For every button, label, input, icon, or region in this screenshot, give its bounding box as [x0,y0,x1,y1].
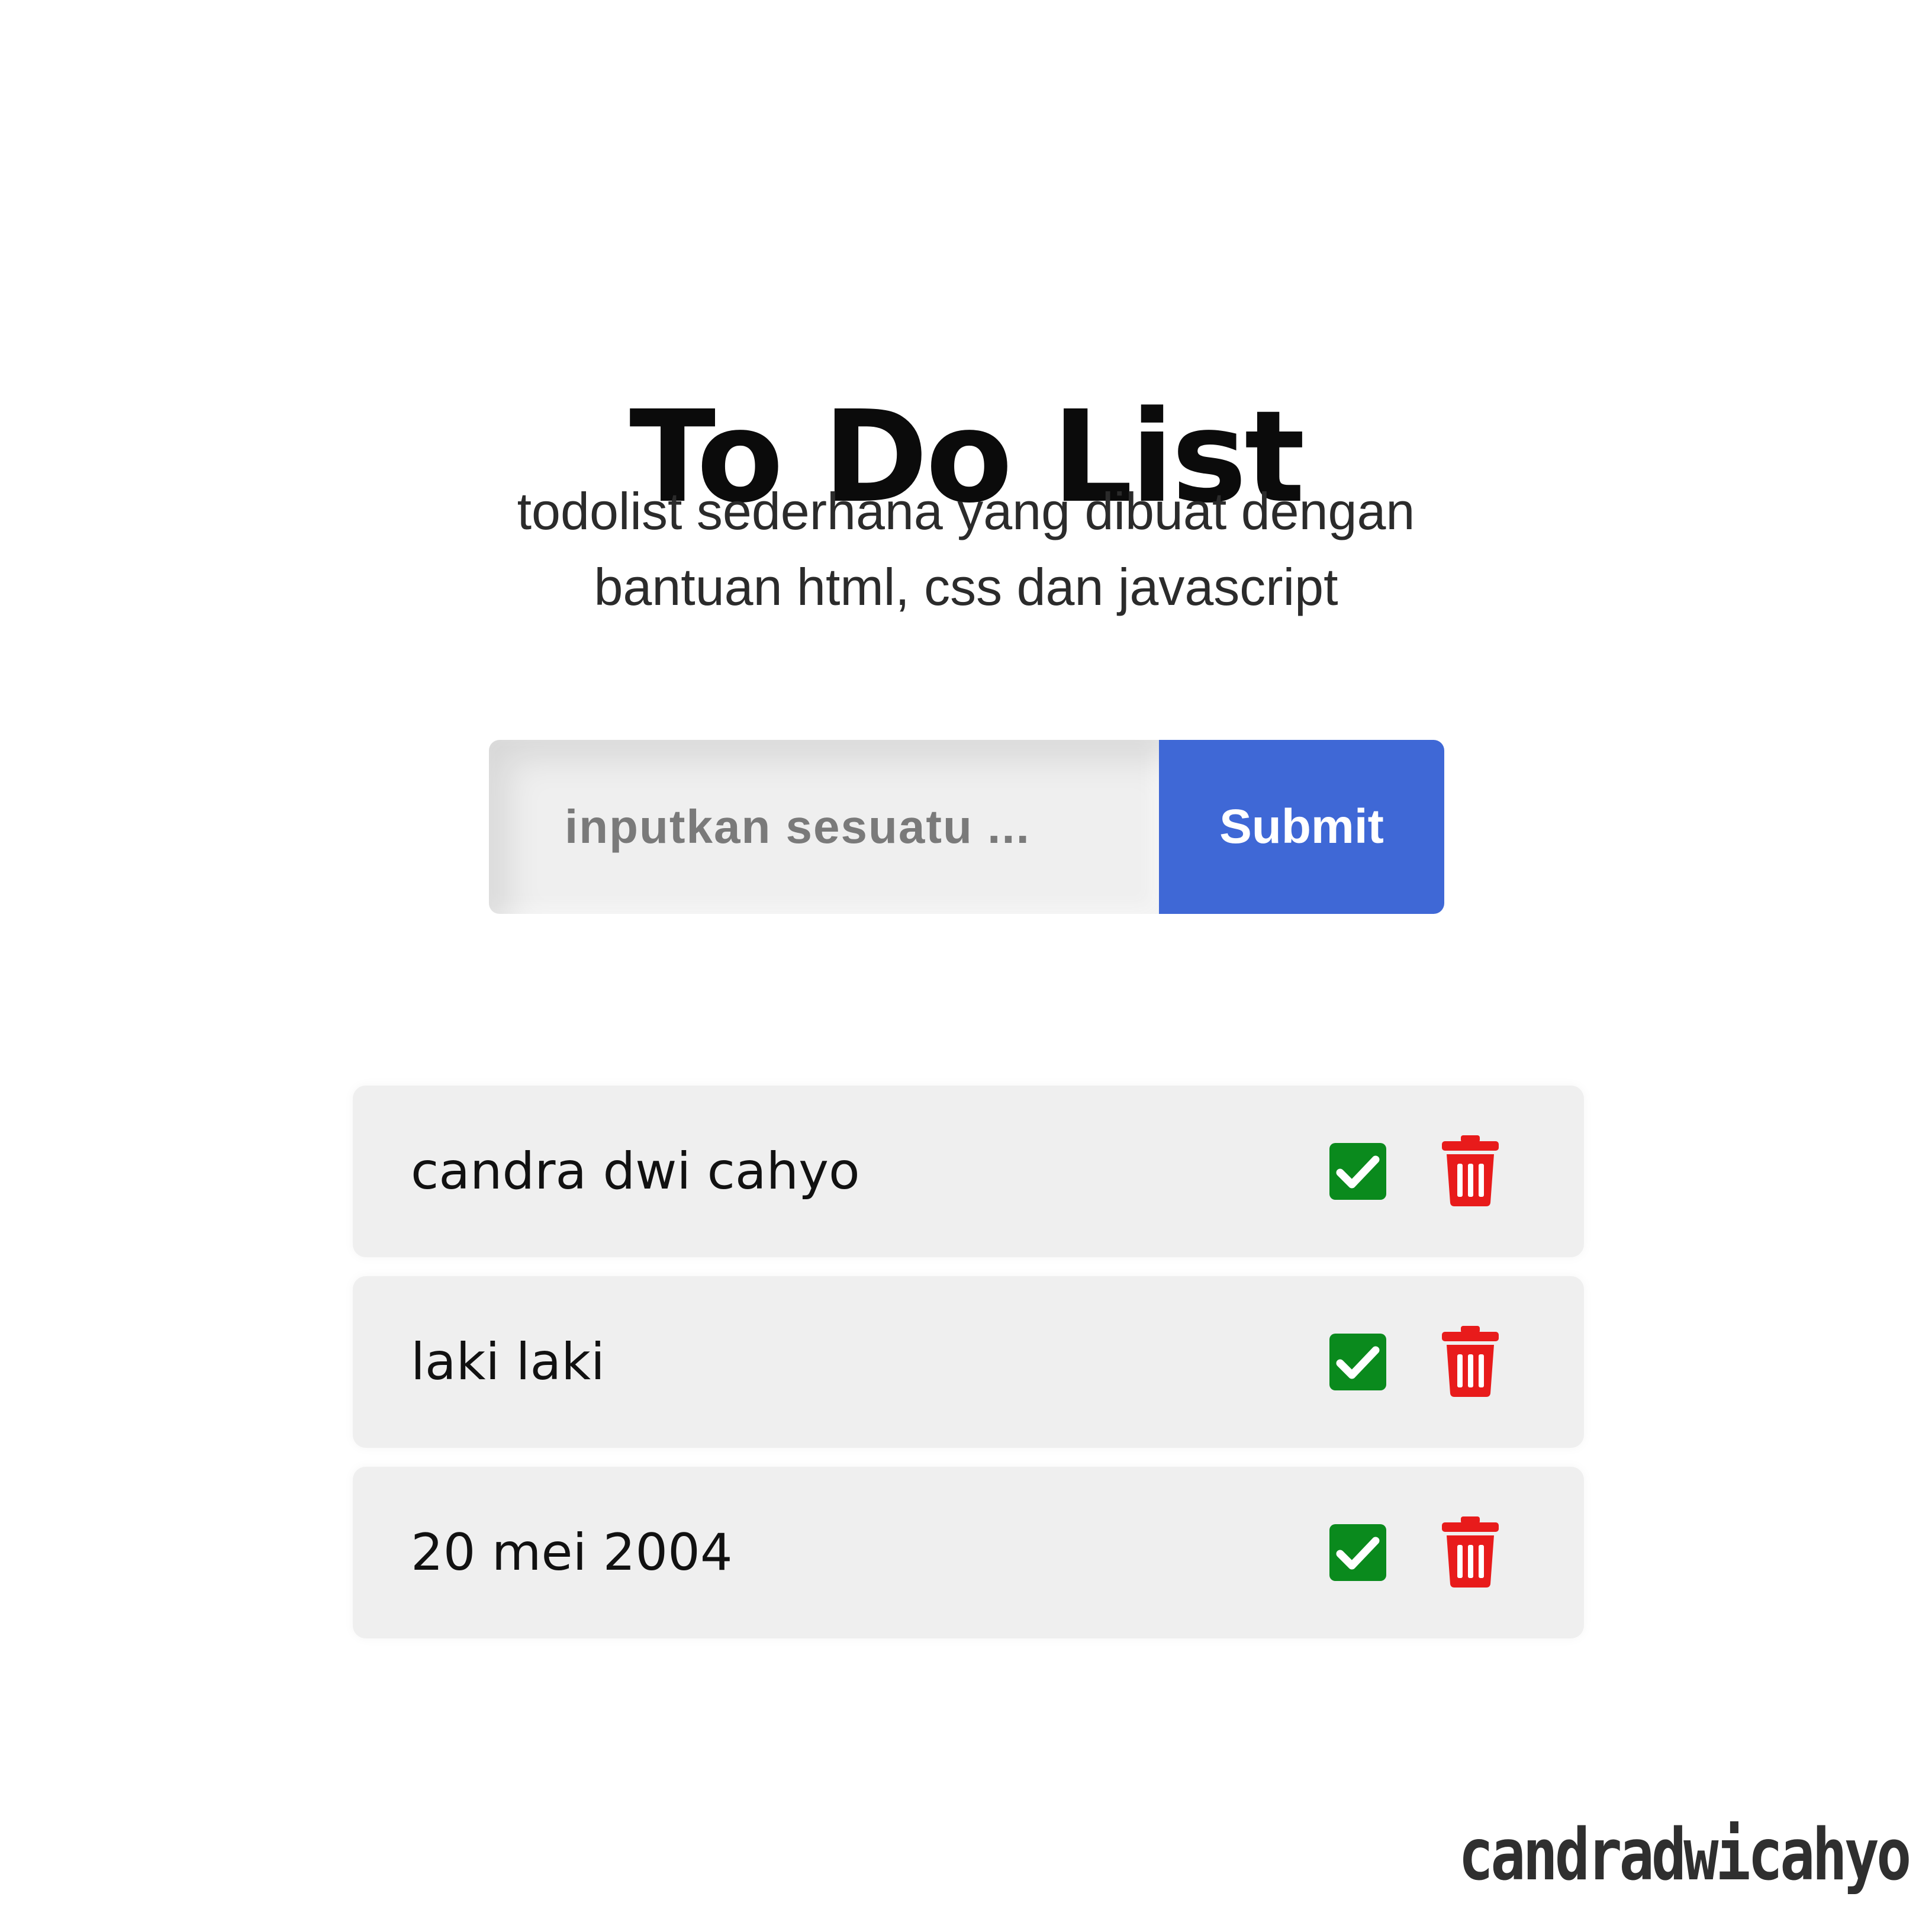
check-square-icon[interactable] [1328,1523,1387,1582]
todo-item: candra dwi cahyo [353,1086,1584,1257]
submit-button[interactable]: Submit [1159,740,1444,914]
watermark-text: candradwicahyo [1458,1814,1911,1896]
check-square-icon[interactable] [1328,1332,1387,1392]
todo-item-text: laki laki [411,1332,605,1392]
trash-icon[interactable] [1441,1515,1500,1589]
todo-item-text: candra dwi cahyo [411,1142,860,1201]
subtitle-line-1: todolist sederhana yang dibuat dengan [517,482,1415,540]
trash-icon[interactable] [1441,1134,1500,1208]
subtitle-line-2: bantuan html, css dan javascript [594,558,1338,616]
check-square-icon[interactable] [1328,1142,1387,1201]
page-subtitle: todolist sederhana yang dibuat dengan ba… [0,474,1932,625]
todo-form: Submit [489,740,1444,914]
todo-item: 20 mei 2004 [353,1467,1584,1638]
todo-item: laki laki [353,1276,1584,1448]
todo-list: candra dwi cahyo laki laki 20 mei 2004 [353,1086,1584,1657]
todo-input[interactable] [489,740,1159,914]
todo-item-text: 20 mei 2004 [411,1523,733,1582]
trash-icon[interactable] [1441,1325,1500,1398]
